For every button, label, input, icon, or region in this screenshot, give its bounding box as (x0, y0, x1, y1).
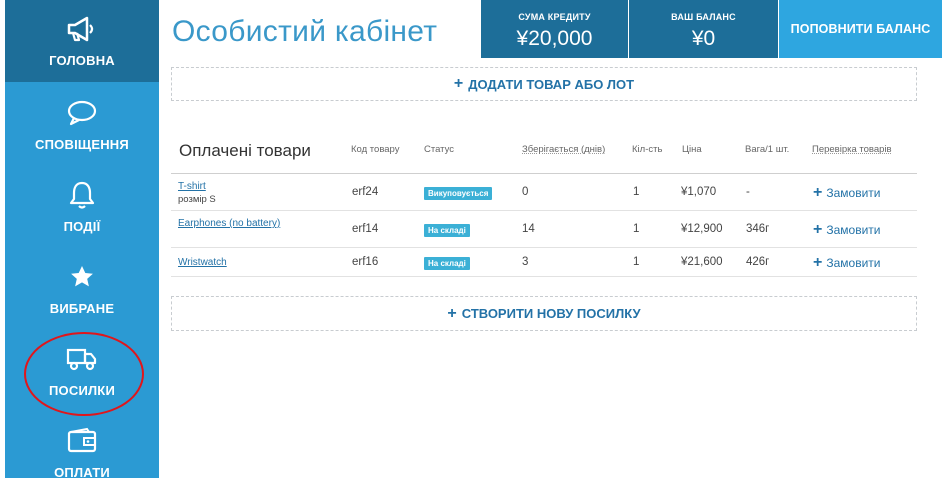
col-weight: Вага/1 шт. (745, 144, 790, 155)
item-weight: - (746, 186, 750, 198)
top-up-balance-button[interactable]: ПОПОВНИТИ БАЛАНС (779, 0, 942, 58)
megaphone-icon (5, 14, 159, 44)
credit-label: СУМА КРЕДИТУ (518, 12, 591, 22)
col-price: Ціна (682, 144, 702, 155)
item-qty: 1 (633, 256, 640, 268)
col-check[interactable]: Перевірка товарів (812, 144, 892, 155)
item-stored-days: 3 (522, 256, 529, 268)
sidebar-item-label: ГОЛОВНА (49, 53, 115, 68)
status-badge: Викуповується (424, 187, 493, 200)
annotation-circle (24, 332, 144, 416)
item-weight: 346г (746, 223, 770, 235)
order-check-label: Замовити (826, 223, 881, 237)
balance-label: ВАШ БАЛАНС (671, 12, 736, 22)
paid-items-title: Оплачені товари (179, 141, 311, 160)
col-qty: Кіл-сть (632, 144, 663, 155)
item-qty: 1 (633, 223, 640, 235)
sidebar-item-home[interactable]: ГОЛОВНА (5, 0, 159, 82)
status-badge: На складі (424, 257, 470, 270)
item-name-link[interactable]: T-shirt (178, 181, 206, 192)
app-root: ГОЛОВНА СПОВІЩЕННЯ ПОДІЇ ВИБРАНЕ ПОСИЛКИ… (0, 0, 942, 478)
credit-value: ¥20,000 (516, 27, 593, 50)
bell-icon (5, 180, 159, 210)
plus-icon: + (813, 221, 823, 238)
sidebar-item-favorites[interactable]: ВИБРАНЕ (5, 248, 159, 330)
balance-value: ¥0 (691, 27, 716, 50)
item-stored-days: 14 (522, 223, 535, 235)
sidebar-item-events[interactable]: ПОДІЇ (5, 166, 159, 248)
create-parcel-label: СТВОРИТИ НОВУ ПОСИЛКУ (461, 306, 641, 321)
create-parcel-button[interactable]: + СТВОРИТИ НОВУ ПОСИЛКУ (171, 296, 917, 331)
plus-icon: + (813, 254, 823, 271)
sidebar-item-label: ВИБРАНЕ (49, 301, 115, 316)
row-divider (171, 247, 917, 248)
add-item-button[interactable]: + ДОДАТИ ТОВАР АБО ЛОТ (171, 67, 917, 101)
table-header-divider (171, 173, 917, 174)
item-name-link[interactable]: Earphones (no battery) (178, 218, 280, 229)
sidebar-item-label: ПОДІЇ (63, 219, 101, 234)
sidebar-item-notifications[interactable]: СПОВІЩЕННЯ (5, 84, 159, 166)
item-code: erf16 (352, 256, 379, 268)
plus-icon: + (453, 75, 464, 92)
item-variant: розмір S (178, 194, 216, 205)
item-name-link[interactable]: Wristwatch (178, 257, 227, 268)
row-divider (171, 210, 917, 211)
plus-icon: + (813, 184, 823, 201)
order-check-button[interactable]: + Замовити (813, 221, 881, 238)
row-divider (171, 276, 917, 277)
item-price: ¥21,600 (681, 256, 723, 268)
item-price: ¥12,900 (681, 223, 723, 235)
item-code: erf24 (352, 186, 379, 198)
order-check-button[interactable]: + Замовити (813, 184, 881, 201)
add-item-label: ДОДАТИ ТОВАР АБО ЛОТ (468, 76, 635, 92)
star-icon (5, 262, 159, 292)
page-title: Особистий кабінет (172, 15, 438, 48)
item-price: ¥1,070 (681, 186, 717, 198)
col-code: Код товару (351, 144, 400, 155)
sidebar-item-payments[interactable]: ОПЛАТИ (5, 412, 159, 478)
plus-icon: + (447, 304, 457, 322)
status-badge: На складі (424, 224, 470, 237)
sidebar-item-label: ОПЛАТИ (54, 465, 110, 478)
order-check-label: Замовити (826, 256, 881, 270)
balance-summary: ВАШ БАЛАНС ¥0 (629, 0, 778, 58)
item-qty: 1 (633, 186, 640, 198)
order-check-button[interactable]: + Замовити (813, 254, 881, 271)
speech-bubble-icon (5, 98, 159, 128)
item-weight: 426г (746, 256, 770, 268)
col-stored[interactable]: Зберігається (днів) (522, 144, 605, 155)
item-stored-days: 0 (522, 186, 529, 198)
wallet-icon (5, 426, 159, 456)
sidebar-item-label: СПОВІЩЕННЯ (35, 137, 129, 152)
credit-summary: СУМА КРЕДИТУ ¥20,000 (481, 0, 628, 58)
order-check-label: Замовити (826, 186, 881, 200)
col-status: Статус (424, 144, 455, 155)
item-code: erf14 (352, 223, 379, 235)
